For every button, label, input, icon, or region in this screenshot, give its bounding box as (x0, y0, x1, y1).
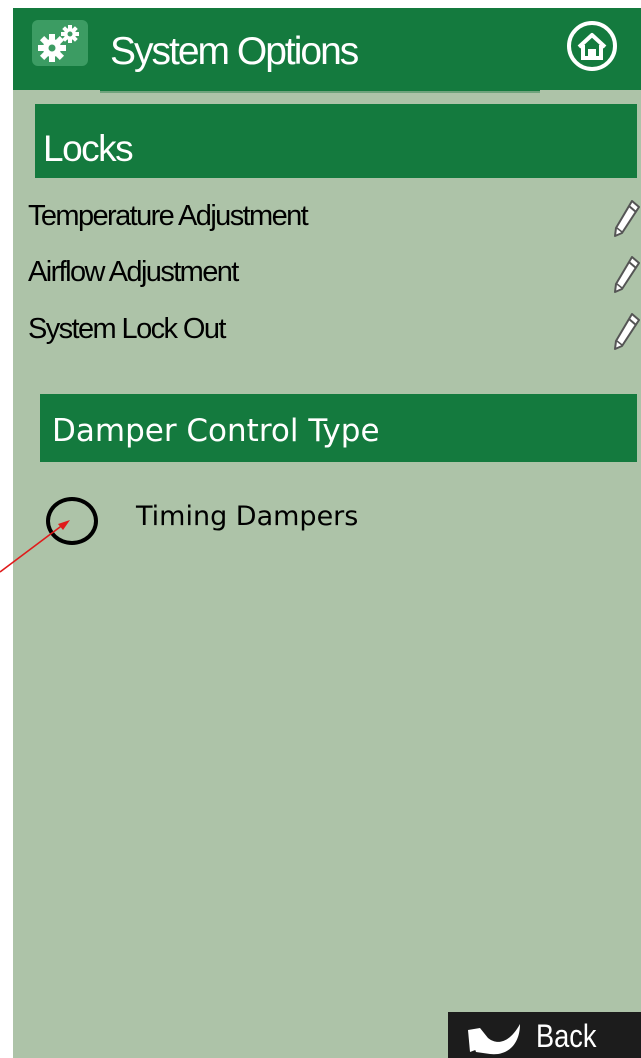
pencil-icon[interactable] (612, 198, 641, 238)
lock-row-system-lockout[interactable]: System Lock Out (28, 305, 641, 353)
back-arrow-icon (468, 1024, 520, 1055)
home-icon[interactable] (566, 20, 618, 72)
annotation-arrow-icon (0, 520, 70, 573)
pencil-icon[interactable] (612, 311, 641, 351)
page-title: System Options (110, 30, 359, 73)
damper-heading: Damper Control Type (52, 413, 380, 449)
lock-row-temperature[interactable]: Temperature Adjustment (28, 192, 641, 240)
back-label: Back (536, 1018, 597, 1054)
locks-heading: Locks (43, 128, 134, 169)
lock-label-airflow: Airflow Adjustment (28, 256, 239, 288)
timing-dampers-label[interactable]: Timing Dampers (136, 495, 358, 539)
back-button[interactable]: Back (448, 1012, 641, 1058)
lock-label-system-lockout: System Lock Out (28, 313, 226, 345)
damper-section-header: Damper Control Type (40, 394, 637, 462)
pencil-icon[interactable] (612, 254, 641, 294)
locks-section-header: Locks (35, 104, 637, 178)
lock-row-airflow[interactable]: Airflow Adjustment (28, 248, 641, 296)
lock-label-temperature: Temperature Adjustment (28, 200, 309, 232)
gears-icon (32, 20, 88, 66)
